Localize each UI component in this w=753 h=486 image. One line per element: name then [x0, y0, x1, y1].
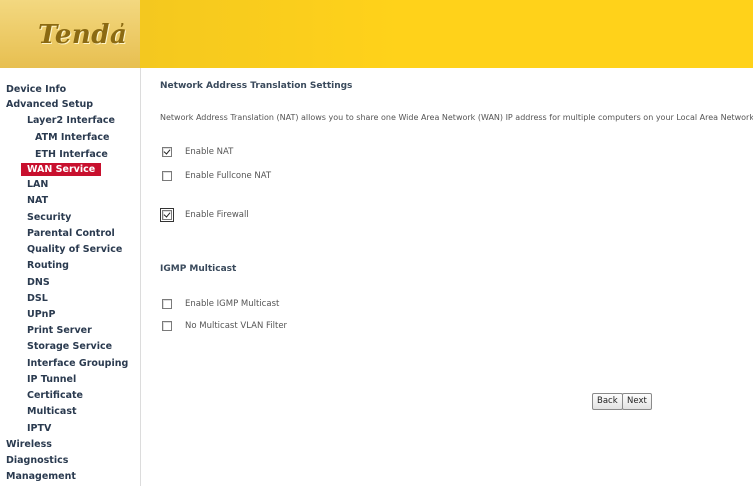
sidebar-item-device-info[interactable]: Device Info	[6, 83, 66, 96]
igmp-multicast-title: IGMP Multicast	[160, 264, 237, 274]
sidebar-item-nat[interactable]: NAT	[27, 194, 48, 207]
sidebar-item-routing[interactable]: Routing	[27, 259, 69, 272]
enable-nat-label: Enable NAT	[185, 147, 234, 157]
sidebar-item-parental-control[interactable]: Parental Control	[27, 227, 115, 240]
sidebar-item-storage-service[interactable]: Storage Service	[27, 340, 112, 353]
sidebar-item-quality-of-service[interactable]: Quality of Service	[27, 243, 122, 256]
sidebar-item-advanced-setup[interactable]: Advanced Setup	[6, 98, 93, 111]
sidebar-item-management[interactable]: Management	[6, 470, 76, 483]
sidebar-item-security[interactable]: Security	[27, 211, 71, 224]
sidebar-item-interface-grouping[interactable]: Interface Grouping	[27, 357, 128, 370]
sidebar-item-wireless[interactable]: Wireless	[6, 438, 52, 451]
enable-fullcone-nat-row: Enable Fullcone NAT	[162, 171, 271, 181]
sidebar-item-ip-tunnel[interactable]: IP Tunnel	[27, 373, 76, 386]
back-button[interactable]: Back	[592, 393, 623, 410]
page-title: Network Address Translation Settings	[160, 81, 353, 91]
enable-fullcone-nat-checkbox[interactable]	[162, 171, 172, 181]
sidebar-item-iptv[interactable]: IPTV	[27, 422, 51, 435]
header-banner: Tenda ’	[0, 0, 753, 68]
sidebar-item-upnp[interactable]: UPnP	[27, 308, 55, 321]
no-multicast-vlan-filter-checkbox[interactable]	[162, 321, 172, 331]
sidebar-item-atm-interface[interactable]: ATM Interface	[35, 131, 109, 144]
sidebar-item-multicast[interactable]: Multicast	[27, 405, 77, 418]
enable-fullcone-nat-label: Enable Fullcone NAT	[185, 171, 272, 181]
enable-nat-row: Enable NAT	[162, 147, 233, 157]
enable-firewall-checkbox[interactable]	[160, 208, 174, 222]
nat-description: Network Address Translation (NAT) allows…	[160, 113, 753, 122]
enable-igmp-multicast-row: Enable IGMP Multicast	[162, 299, 279, 309]
sidebar-item-layer2-interface[interactable]: Layer2 Interface	[27, 114, 115, 127]
sidebar-item-lan[interactable]: LAN	[27, 178, 48, 191]
sidebar-item-dsl[interactable]: DSL	[27, 292, 48, 305]
next-button[interactable]: Next	[622, 393, 652, 410]
sidebar-item-dns[interactable]: DNS	[27, 276, 50, 289]
enable-firewall-label: Enable Firewall	[185, 210, 249, 220]
no-multicast-vlan-filter-row: No Multicast VLAN Filter	[162, 321, 287, 331]
main-content: Network Address Translation Settings Net…	[140, 68, 753, 486]
logo-mark: ’	[120, 21, 125, 35]
enable-igmp-multicast-label: Enable IGMP Multicast	[185, 299, 280, 309]
no-multicast-vlan-filter-label: No Multicast VLAN Filter	[185, 321, 288, 331]
sidebar-item-eth-interface[interactable]: ETH Interface	[35, 148, 108, 161]
sidebar-item-diagnostics[interactable]: Diagnostics	[6, 454, 68, 467]
sidebar-nav: Device Info Advanced Setup Layer2 Interf…	[0, 68, 141, 486]
sidebar-item-certificate[interactable]: Certificate	[27, 389, 83, 402]
sidebar-item-wan-service[interactable]: WAN Service	[21, 163, 102, 176]
enable-nat-checkbox[interactable]	[162, 147, 172, 157]
logo-area: Tenda ’	[0, 0, 140, 68]
enable-igmp-multicast-checkbox[interactable]	[162, 299, 172, 309]
enable-firewall-row: Enable Firewall	[160, 208, 249, 222]
tenda-logo: Tenda	[38, 20, 128, 50]
sidebar-item-print-server[interactable]: Print Server	[27, 324, 92, 337]
